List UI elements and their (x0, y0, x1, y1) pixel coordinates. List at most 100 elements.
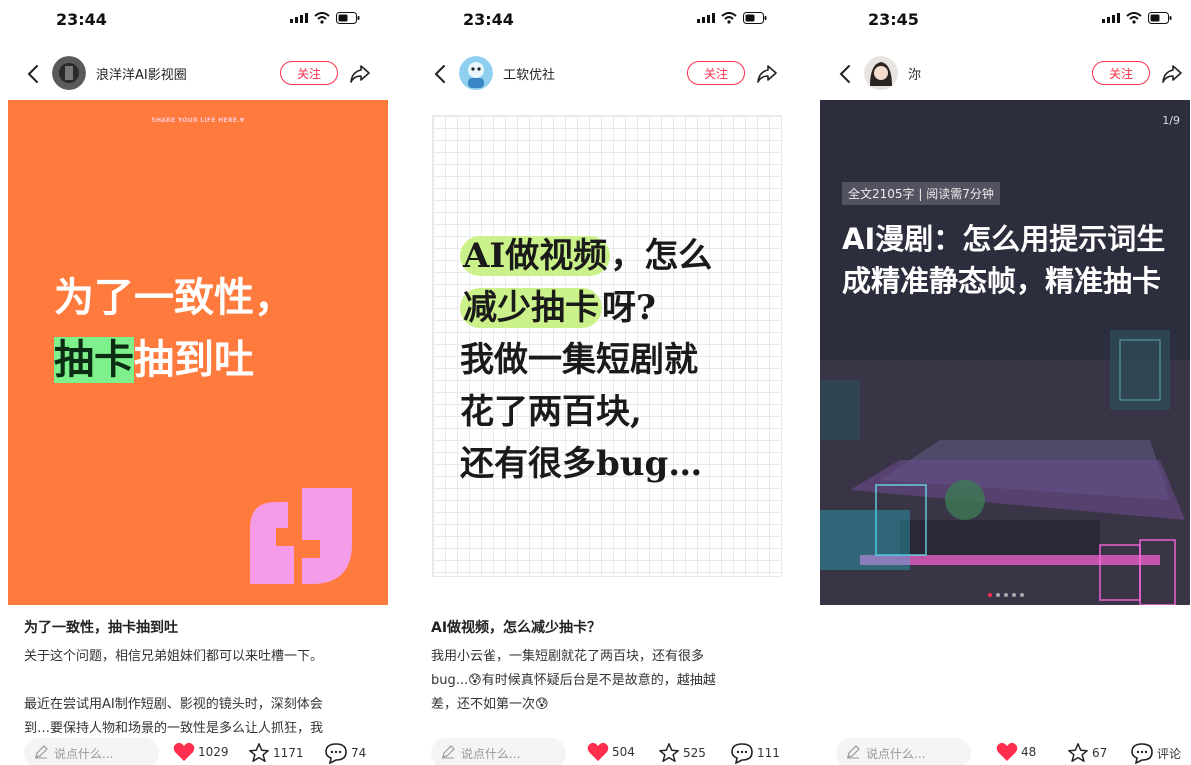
cover-line-1: 为了一致性， (54, 275, 294, 321)
comment-count: 111 (757, 746, 780, 760)
collect-button[interactable]: 525 (658, 742, 706, 764)
collect-count: 1171 (273, 746, 304, 760)
status-time: 23:44 (56, 10, 107, 29)
cover-tag: SHARE YOUR LIFE HERE.▼ (151, 117, 245, 124)
follow-button[interactable]: 关注 (687, 61, 745, 85)
status-bar: 23:45 (820, 0, 1191, 40)
cover-image[interactable]: AI做视频，怎么 减少抽卡呀? 我做一集短剧就 花了两百块, 还有很多bug… (415, 100, 795, 605)
carousel-dot (988, 593, 992, 597)
heart-icon (996, 742, 1018, 761)
status-time: 23:45 (868, 10, 919, 29)
comment-count: 74 (351, 746, 367, 760)
comment-icon (731, 743, 753, 764)
collect-count: 67 (1092, 746, 1108, 760)
heart-icon (173, 742, 195, 761)
back-arrow-icon[interactable] (429, 62, 453, 86)
post-title: AI做视频，怎么减少抽卡？ (431, 620, 602, 636)
star-icon (249, 743, 269, 762)
like-count: 48 (1021, 745, 1037, 759)
carousel-dot (1012, 593, 1016, 597)
share-icon[interactable] (348, 62, 372, 86)
cover-image[interactable]: 1/9 全文2105字 | 阅读需7分钟 AI漫剧：怎么用提示词生成精准静态帧，… (820, 100, 1190, 605)
post-body-line: 差，还不如第一次😰 (431, 697, 549, 712)
signal-icon (1102, 13, 1120, 23)
author-name[interactable]: 浪洋洋AI影视圈 (96, 64, 187, 83)
post-screen-2: 23:44 工软优社 关注 AI做视频，怎么 减少抽卡呀? 我做一集短剧就 花了… (415, 0, 795, 765)
collect-button[interactable]: 1171 (248, 742, 304, 764)
comment-placeholder: 说点什么... (54, 747, 114, 761)
comment-placeholder: 说点什么... (461, 747, 521, 761)
avatar[interactable] (459, 56, 493, 90)
back-arrow-icon[interactable] (22, 62, 46, 86)
follow-button[interactable]: 关注 (280, 61, 338, 85)
post-screen-1: 23:44 浪洋洋AI影视圈 关注 SHARE YOUR LIFE HERE.▼… (8, 0, 388, 765)
like-button[interactable]: 48 (996, 742, 1036, 762)
post-body: 关于这个问题，相信兄弟姐妹们都可以来吐槽一下。 最近在尝试用AI制作短剧、影视的… (24, 645, 372, 741)
author-name[interactable]: 工软优社 (503, 64, 555, 83)
back-arrow-icon[interactable] (834, 62, 858, 86)
star-icon (659, 743, 679, 762)
heart-icon (587, 742, 609, 761)
nav-bar: 工软优社 关注 (415, 52, 795, 96)
comment-input[interactable]: 说点什么... (431, 738, 566, 765)
post-body-line: 我用小云雀，一集短剧就花了两百块，还有很多 (431, 649, 705, 664)
star-icon (1068, 743, 1088, 762)
cover-line-2: 减少抽卡呀? (460, 280, 656, 329)
cover-text: 呀? (602, 288, 656, 328)
cover-line-3: 我做一集短剧就 (460, 340, 698, 380)
cover-highlight: AI做视频 (460, 236, 611, 276)
post-title: 为了一致性，抽卡抽到吐 (24, 620, 178, 636)
like-button[interactable]: 1029 (173, 742, 229, 762)
comment-input[interactable]: 说点什么... (24, 738, 159, 765)
bottom-action-bar: 说点什么... 504 525 111 (415, 738, 795, 765)
cover-line-2-rest: 抽到吐 (134, 337, 254, 383)
pencil-icon (35, 745, 48, 759)
share-icon[interactable] (755, 62, 779, 86)
post-body-line: 关于这个问题，相信兄弟姐妹们都可以来吐槽一下。 (24, 649, 324, 664)
post-body: 我用小云雀，一集短剧就花了两百块，还有很多 bug...😰有时候真怀疑后台是不是… (431, 645, 779, 717)
like-button[interactable]: 504 (587, 742, 635, 762)
read-time-chip: 全文2105字 | 阅读需7分钟 (842, 182, 1000, 205)
cover-highlight: 抽卡 (54, 337, 134, 383)
post-body-line: 最近在尝试用AI制作短剧、影视的镜头时，深刻体会 (24, 697, 323, 712)
cover-image[interactable]: SHARE YOUR LIFE HERE.▼ 为了一致性， 抽卡抽到吐 (8, 100, 388, 605)
cover-text: ，怎么 (610, 236, 713, 276)
author-name[interactable]: 沵 (908, 64, 921, 83)
comment-input[interactable]: 说点什么... (836, 738, 971, 765)
comment-button[interactable]: 评论 (1130, 742, 1181, 764)
like-count: 504 (612, 745, 635, 759)
avatar[interactable] (864, 56, 898, 90)
share-icon[interactable] (1160, 62, 1184, 86)
collect-count: 525 (683, 746, 706, 760)
battery-icon (743, 12, 767, 24)
status-time: 23:44 (463, 10, 514, 29)
post-screen-3: 23:45 沵 关注 1/9 全文2105字 | 阅读需7分钟 AI漫剧：怎么用… (820, 0, 1191, 765)
carousel-dots (988, 593, 1024, 597)
bottom-action-bar: 说点什么... 1029 1171 74 (8, 738, 388, 765)
carousel-dot (1020, 593, 1024, 597)
comment-icon (1131, 743, 1153, 764)
avatar[interactable] (52, 56, 86, 90)
battery-icon (1148, 12, 1172, 24)
cover-line-5: 还有很多bug… (460, 444, 703, 484)
collect-button[interactable]: 67 (1067, 742, 1107, 764)
comment-icon (325, 743, 347, 764)
comment-button[interactable]: 111 (730, 742, 780, 764)
carousel-dot (996, 593, 1000, 597)
comment-placeholder: 说点什么... (866, 747, 926, 761)
post-body-line: bug...😰有时候真怀疑后台是不是故意的，越抽越 (431, 673, 716, 688)
image-pager: 1/9 (1162, 114, 1180, 127)
comment-button[interactable]: 74 (324, 742, 366, 764)
cover-line-1: AI做视频，怎么 (460, 228, 712, 277)
wifi-icon (1126, 12, 1142, 24)
follow-button[interactable]: 关注 (1092, 61, 1150, 85)
cover-highlight: 减少抽卡 (460, 288, 602, 328)
signal-icon (697, 13, 715, 23)
comment-label: 评论 (1157, 746, 1182, 761)
signal-icon (290, 13, 308, 23)
status-bar: 23:44 (8, 0, 388, 40)
nav-bar: 沵 关注 (820, 52, 1191, 96)
pencil-icon (847, 745, 860, 759)
status-bar: 23:44 (415, 0, 795, 40)
post-body-line (24, 669, 372, 693)
